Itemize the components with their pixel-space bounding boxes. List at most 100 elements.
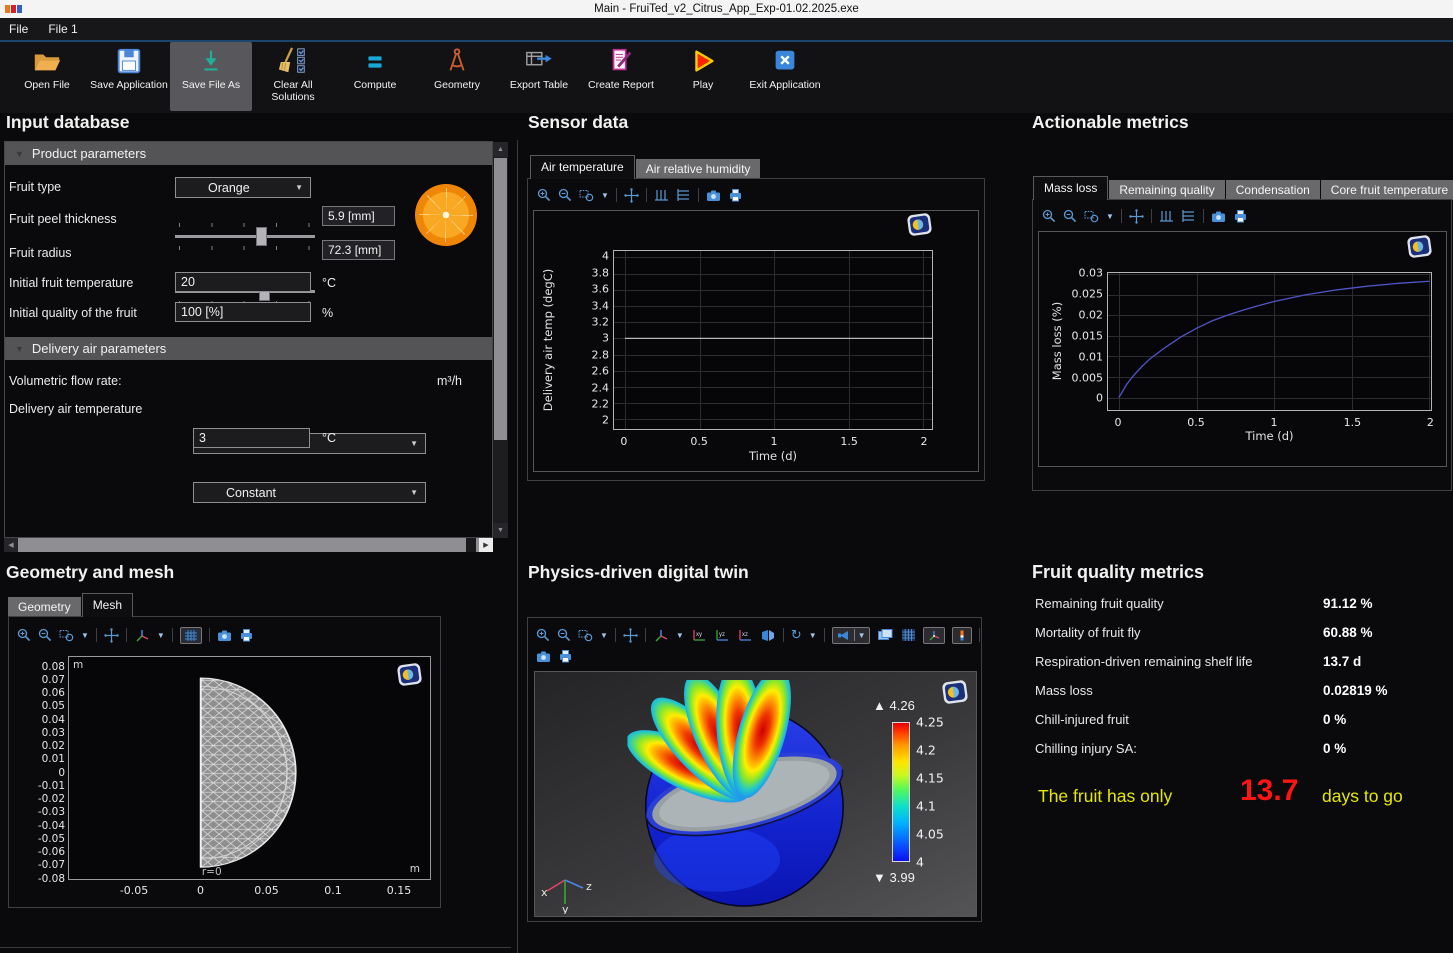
initial-quality-input[interactable] [175, 302, 311, 322]
chevron-down-icon[interactable]: ▼ [858, 631, 866, 640]
save-application-button[interactable]: Save Application [88, 42, 170, 111]
open-file-button[interactable]: Open File [6, 42, 88, 111]
zoom-in-icon[interactable] [537, 188, 551, 202]
scroll-up-arrow[interactable]: ▲ [493, 142, 508, 157]
scrollbar-thumb[interactable] [494, 158, 507, 440]
peel-thickness-slider[interactable] [175, 226, 315, 247]
tick-label: 0.03 [1079, 266, 1104, 279]
y-axis-grid-icon[interactable] [676, 188, 691, 202]
metric-label: Mortality of fruit fly [1035, 625, 1140, 640]
snapshot-camera-icon[interactable] [217, 629, 232, 642]
zoom-in-icon[interactable] [536, 628, 550, 642]
tab-core-fruit-temperature[interactable]: Core fruit temperature [1321, 180, 1453, 200]
show-grid-button[interactable] [180, 627, 202, 644]
horizontal-scrollbar[interactable]: ◀ ▶ [4, 538, 493, 552]
snapshot-camera-icon[interactable] [536, 650, 551, 663]
chevron-down-icon[interactable]: ▼ [676, 631, 684, 640]
view-xz-icon[interactable]: xz [737, 628, 753, 643]
print-icon[interactable] [1233, 209, 1248, 223]
tick-label: 2.6 [592, 365, 610, 378]
massloss-y-ticks: 0.03 0.025 0.02 0.015 0.01 0.005 0 [1057, 272, 1103, 411]
zoom-box-icon[interactable] [1084, 209, 1099, 223]
scrollbar-thumb[interactable] [466, 538, 476, 552]
tab-mass-loss[interactable]: Mass loss [1033, 176, 1108, 200]
delivery-air-parameters-header[interactable]: ▼ Delivery air parameters [5, 337, 492, 360]
chevron-down-icon[interactable]: ▼ [1106, 212, 1114, 221]
perspective-view-icon[interactable] [760, 628, 776, 643]
go-to-view-button[interactable]: ▼ [832, 627, 870, 644]
axis-orientation-icon[interactable] [653, 628, 669, 643]
zoom-in-icon[interactable] [17, 628, 31, 642]
save-file-as-button[interactable]: Save File As [170, 42, 252, 111]
scroll-down-arrow[interactable]: ▼ [493, 523, 508, 538]
constant-temperature-input[interactable] [193, 428, 310, 448]
initial-quality-unit: % [322, 306, 333, 320]
geometry-button[interactable]: Geometry [416, 42, 498, 111]
print-icon[interactable] [239, 628, 254, 642]
exit-application-button[interactable]: Exit Application [744, 42, 826, 111]
scroll-right-arrow[interactable]: ▶ [479, 538, 493, 552]
print-icon[interactable] [728, 188, 743, 202]
show-grid-icon[interactable] [901, 628, 916, 642]
scene-windows-icon[interactable] [877, 628, 894, 642]
chevron-down-icon[interactable]: ▼ [81, 631, 89, 640]
zoom-extents-icon[interactable] [623, 628, 638, 643]
toolbar-separator [979, 628, 980, 642]
x-axis-grid-icon[interactable] [1159, 209, 1174, 223]
show-axis-orientation-button[interactable] [923, 627, 945, 644]
zoom-in-icon[interactable] [1042, 209, 1056, 223]
scroll-left-arrow[interactable]: ◀ [4, 538, 18, 552]
print-icon[interactable] [558, 649, 573, 663]
menu-file1[interactable]: File 1 [48, 22, 77, 36]
zoom-extents-icon[interactable] [624, 188, 639, 203]
metric-value: 0 % [1323, 712, 1346, 727]
create-report-button[interactable]: Create Report [580, 42, 662, 111]
toolbar-button-label: Save File As [182, 79, 240, 91]
export-table-button[interactable]: Export Table [498, 42, 580, 111]
delivery-air-temp-dropdown[interactable]: Constant ▼ [193, 482, 426, 503]
svg-text:xy: xy [696, 632, 702, 638]
fruit-type-dropdown[interactable]: Orange ▼ [175, 177, 311, 198]
zoom-extents-icon[interactable] [104, 628, 119, 643]
play-button[interactable]: Play [662, 42, 744, 111]
application-window: Main - FruiTed_v2_Citrus_App_Exp-01.02.2… [0, 0, 1453, 953]
compute-button[interactable]: Compute [334, 42, 416, 111]
zoom-box-icon[interactable] [59, 628, 74, 642]
zoom-out-icon[interactable] [557, 628, 571, 642]
view-xy-icon[interactable]: xy [691, 628, 707, 643]
snapshot-camera-icon[interactable] [1211, 210, 1226, 223]
zoom-out-icon[interactable] [1063, 209, 1077, 223]
chevron-down-icon[interactable]: ▼ [809, 631, 817, 640]
zoom-box-icon[interactable] [579, 188, 594, 202]
menu-file[interactable]: File [9, 22, 28, 36]
show-color-legend-button[interactable] [952, 627, 972, 644]
tab-remaining-quality[interactable]: Remaining quality [1109, 180, 1224, 200]
view-yz-icon[interactable]: yz [714, 628, 730, 643]
snapshot-camera-icon[interactable] [706, 189, 721, 202]
product-parameters-header[interactable]: ▼ Product parameters [5, 142, 492, 165]
clear-all-solutions-button[interactable]: Clear All Solutions [252, 42, 334, 111]
y-axis-grid-icon[interactable] [1181, 209, 1196, 223]
metric-label: Chilling injury SA: [1035, 741, 1137, 756]
chevron-down-icon[interactable]: ▼ [157, 631, 165, 640]
axis-orientation-icon[interactable] [134, 628, 150, 643]
chevron-down-icon[interactable]: ▼ [601, 191, 609, 200]
tab-air-relative-humidity[interactable]: Air relative humidity [636, 159, 761, 179]
vertical-scrollbar[interactable]: ▲ ▼ [493, 142, 508, 538]
rotate-view-icon[interactable]: ↻ [791, 629, 802, 642]
x-axis-grid-icon[interactable] [654, 188, 669, 202]
tab-air-temperature[interactable]: Air temperature [530, 155, 635, 179]
tab-condensation[interactable]: Condensation [1226, 180, 1320, 200]
initial-temperature-input[interactable] [175, 272, 311, 292]
alert-prefix: The fruit has only [1038, 786, 1172, 807]
slider-thumb[interactable] [256, 227, 267, 246]
tab-geometry[interactable]: Geometry [8, 597, 81, 617]
zoom-extents-icon[interactable] [1129, 209, 1144, 224]
zoom-box-icon[interactable] [578, 628, 593, 642]
zoom-out-icon[interactable] [38, 628, 52, 642]
chevron-down-icon[interactable]: ▼ [600, 631, 608, 640]
twin-3d-viewport[interactable]: ▲ 4.26 4.25 4.2 4.15 4.1 4.05 4 ▼ 3.99 x… [534, 671, 977, 917]
sensor-x-ticks: 0 0.5 1 1.5 2 [613, 435, 933, 449]
zoom-out-icon[interactable] [558, 188, 572, 202]
tab-mesh[interactable]: Mesh [82, 593, 133, 617]
